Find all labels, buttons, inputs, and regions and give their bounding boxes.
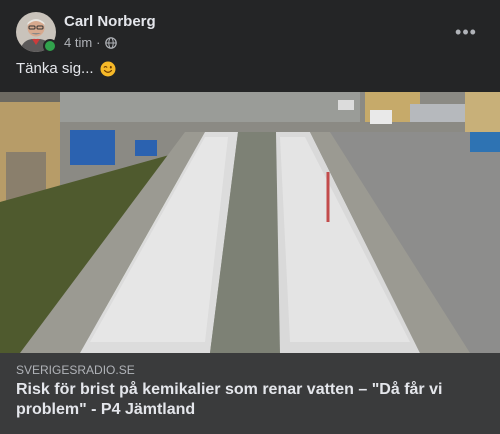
link-headline[interactable]: Risk för brist på kemikalier som renar v… [16, 380, 486, 420]
smiling-face-with-wink-emoji [100, 61, 116, 76]
link-domain: SVERIGESRADIO.SE [16, 363, 135, 377]
globe-icon[interactable] [104, 36, 117, 49]
more-options-icon[interactable]: ••• [452, 18, 480, 46]
post-header: Carl Norberg 4 tim · ••• [16, 12, 484, 54]
author-name[interactable]: Carl Norberg [64, 13, 156, 30]
link-preview-footer[interactable]: SVERIGESRADIO.SE Risk för brist på kemik… [0, 353, 500, 434]
link-preview-image[interactable] [0, 92, 500, 353]
meta-separator: · [96, 35, 101, 50]
feed-post: Carl Norberg 4 tim · ••• Tänka sig... SV… [0, 0, 500, 434]
post-text: Tänka sig... [16, 60, 94, 77]
avatar[interactable] [16, 12, 57, 53]
online-status-indicator [43, 39, 57, 53]
post-time[interactable]: 4 tim [64, 35, 92, 50]
post-text-row: Tänka sig... [16, 60, 116, 77]
post-meta: 4 tim · [64, 35, 117, 50]
